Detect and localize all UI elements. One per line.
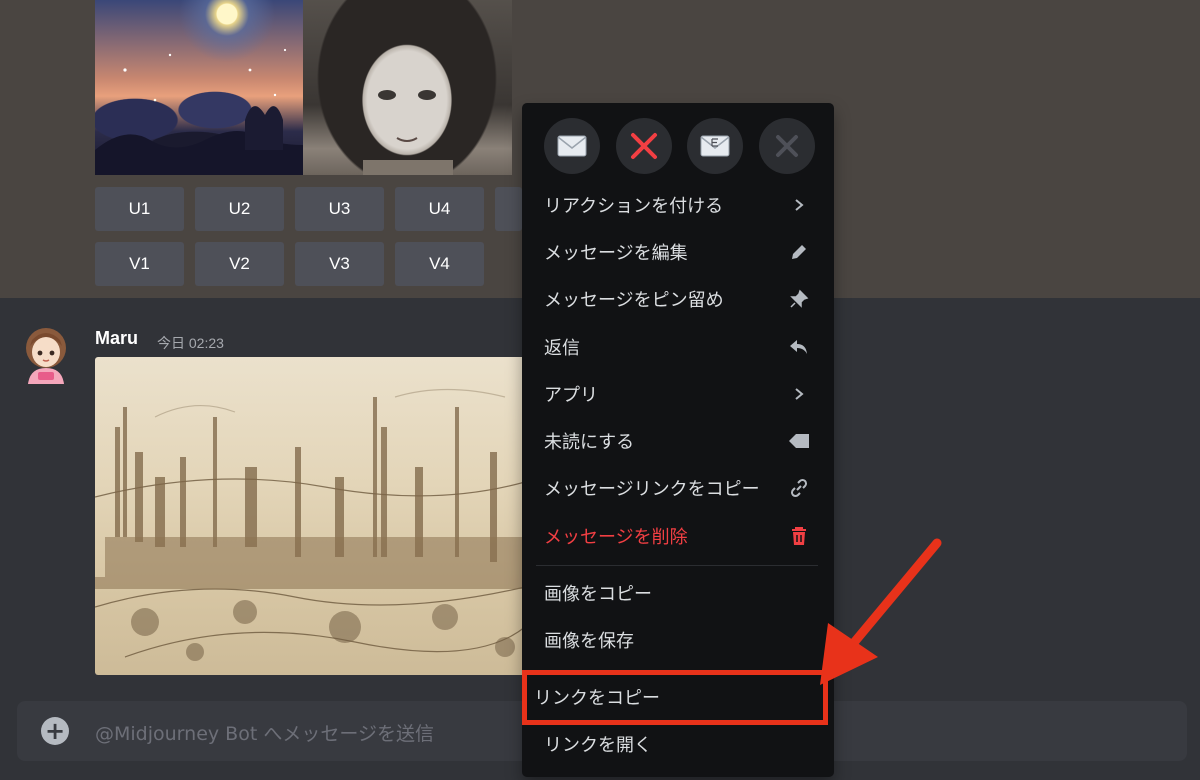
avatar[interactable] [24,326,68,384]
reaction-envelope[interactable] [544,118,600,174]
generated-image-night-sky[interactable] [95,0,303,175]
attached-image-city-sketch[interactable] [95,357,525,675]
reaction-grey-x[interactable] [759,118,815,174]
unread-tag-icon [788,430,810,452]
upscale-2-button[interactable]: U2 [195,187,284,231]
menu-add-reaction[interactable]: リアクションを付ける [522,183,834,227]
menu-item-label: アプリ [544,385,598,406]
envelope-icon [557,135,587,157]
pin-icon [788,288,810,310]
variation-3-button[interactable]: V3 [295,242,384,286]
message-timestamp: 今日 02:23 [157,335,224,351]
menu-item-label: メッセージを削除 [544,527,688,548]
variation-2-button[interactable]: V2 [195,242,284,286]
annotation-arrow [820,538,942,685]
pencil-icon [788,241,810,263]
upscale-3-button[interactable]: U3 [295,187,384,231]
menu-pin-message[interactable]: メッセージをピン留め [522,277,834,321]
menu-mark-unread[interactable]: 未読にする [522,419,834,463]
menu-item-label: リンクを開く [544,735,652,756]
generated-image-girl-portrait[interactable] [303,0,512,175]
menu-item-label: リンクをコピー [534,688,660,709]
variation-1-button[interactable]: V1 [95,242,184,286]
plus-icon: + [44,717,66,745]
red-x-icon [631,133,657,159]
upscale-1-button[interactable]: U1 [95,187,184,231]
reply-icon [788,336,810,358]
message-author[interactable]: Maru [95,328,138,349]
menu-open-link[interactable]: リンクを開く [522,722,834,766]
grey-x-icon [776,135,798,157]
chevron-right-icon [788,194,810,216]
link-icon [788,477,810,499]
chat-input-placeholder: @Midjourney Bot へメッセージを送信 [95,723,434,745]
menu-separator [536,565,818,566]
menu-item-label: メッセージを編集 [544,243,688,264]
menu-item-label: メッセージをピン留め [544,290,724,311]
e-mail-icon [700,135,730,157]
menu-delete-message[interactable]: メッセージを削除 [522,514,834,558]
menu-item-label: 画像を保存 [544,631,634,652]
menu-copy-link[interactable]: リンクをコピー [522,675,834,719]
reaction-e-mail[interactable] [687,118,743,174]
menu-reply[interactable]: 返信 [522,325,834,369]
menu-save-image[interactable]: 画像を保存 [522,618,834,662]
menu-copy-image[interactable]: 画像をコピー [522,571,834,615]
menu-item-label: 画像をコピー [544,584,652,605]
reaction-red-x[interactable] [616,118,672,174]
variation-4-button[interactable]: V4 [395,242,484,286]
menu-apps[interactable]: アプリ [522,372,834,416]
menu-copy-message-link[interactable]: メッセージリンクをコピー [522,466,834,510]
menu-edit-message[interactable]: メッセージを編集 [522,230,834,274]
menu-item-label: 未読にする [544,432,635,453]
menu-item-label: リアクションを付ける [544,196,724,217]
reroll-button[interactable] [495,187,522,231]
menu-item-label: メッセージリンクをコピー [544,479,760,500]
menu-item-label: 返信 [544,338,580,359]
add-attachment-button[interactable]: + [41,717,69,745]
upscale-4-button[interactable]: U4 [395,187,484,231]
chevron-right-icon [788,383,810,405]
